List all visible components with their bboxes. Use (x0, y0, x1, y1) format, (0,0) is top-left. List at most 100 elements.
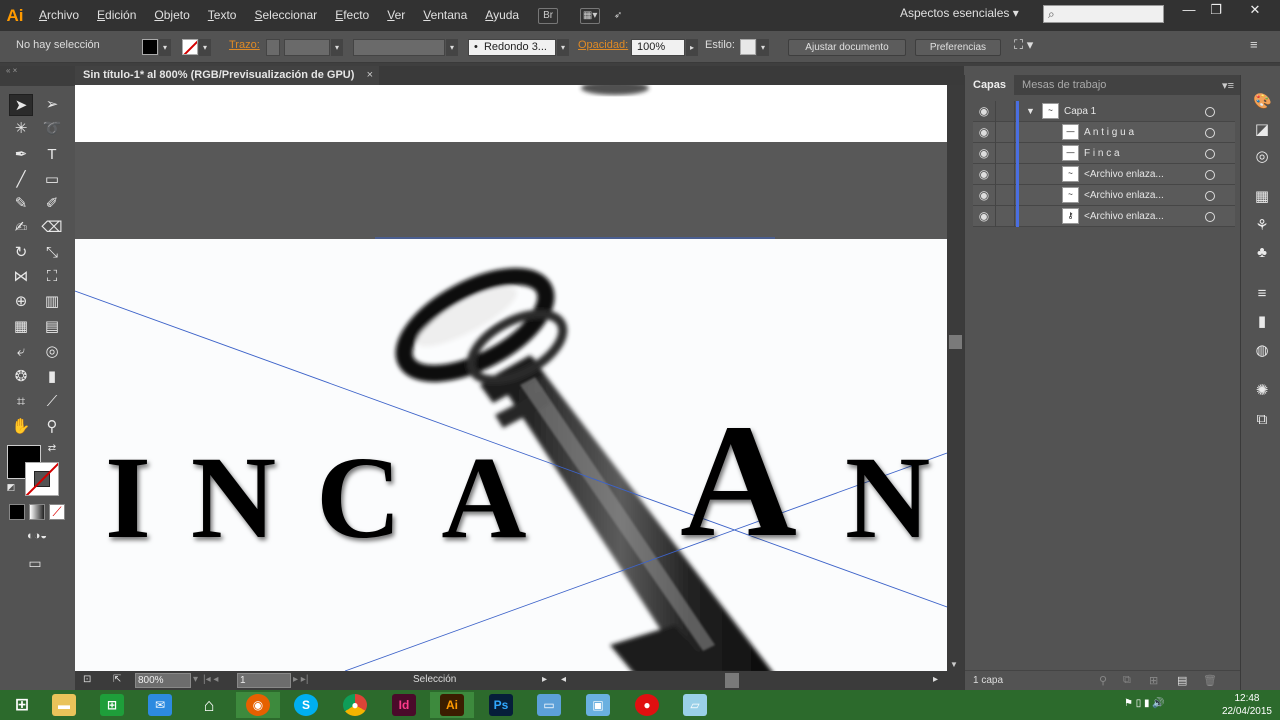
color-mode-icon[interactable] (9, 504, 25, 520)
target-circle-icon[interactable] (1205, 191, 1215, 201)
tab-mesas-de-trabajo[interactable]: Mesas de trabajo (1014, 75, 1114, 95)
stroke-dropdown-icon[interactable]: ▾ (199, 39, 211, 56)
line-tool-icon[interactable]: ╱ (9, 169, 33, 191)
pen-tool-icon[interactable]: ✒ (9, 144, 33, 166)
lock-toggle[interactable] (995, 164, 1015, 185)
windows-start-icon[interactable]: ⊞ (0, 692, 44, 718)
zoom-dropdown-icon[interactable]: ▾ (193, 674, 198, 685)
layers-menu-icon[interactable]: ▾≡ (1222, 79, 1234, 92)
perspective-grid-tool-icon[interactable]: ▥ (40, 291, 64, 313)
workspace-switcher[interactable]: Aspectos esenciales ▾ (900, 6, 1019, 20)
layer-row-antigua[interactable]: ◉ — A n t i g u a (973, 122, 1235, 143)
none-mode-icon[interactable]: ⟋ (49, 504, 65, 520)
color-guide-icon[interactable]: ◪ (1253, 121, 1271, 139)
stroke-weight-dropdown-icon[interactable]: ▾ (331, 39, 343, 56)
document-tab[interactable]: Sin título-1* al 800% (RGB/Previsualizac… (75, 66, 379, 85)
transform-icon[interactable]: ⛶ ▾ (1014, 37, 1033, 53)
visibility-eye-icon[interactable]: ◉ (975, 164, 993, 185)
eraser-tool-icon[interactable]: ⌫ (40, 217, 64, 239)
stroke-color-box[interactable] (25, 462, 59, 496)
gradient-tool-icon[interactable]: ▤ (40, 316, 64, 338)
default-colors-icon[interactable]: ◩ (4, 480, 18, 494)
blob-brush-tool-icon[interactable]: ✍ (9, 217, 33, 239)
scroll-down-icon[interactable]: ▼ (950, 660, 958, 669)
eyedropper-tool-icon[interactable]: ⤶ (9, 341, 33, 363)
fill-dropdown-icon[interactable]: ▾ (159, 39, 171, 56)
lasso-tool-icon[interactable]: ➰ (40, 118, 64, 140)
selection-tool-icon[interactable]: ➤ (9, 94, 33, 116)
appearance-icon[interactable]: ◎ (1253, 148, 1271, 166)
layer-name[interactable]: F i n c a (1084, 143, 1120, 164)
scroll-right-icon[interactable]: ▸ (933, 674, 938, 685)
mesh-tool-icon[interactable]: ▦ (9, 316, 33, 338)
visibility-eye-icon[interactable]: ◉ (975, 122, 993, 143)
menu-texto[interactable]: Texto (199, 0, 246, 31)
scale-tool-icon[interactable]: ⤡ (40, 242, 64, 264)
layer-name[interactable]: <Archivo enlaza... (1084, 185, 1164, 206)
store-icon[interactable]: ⊞ (90, 692, 134, 718)
lock-toggle[interactable] (995, 143, 1015, 164)
export-icon[interactable]: ⇱ (113, 674, 121, 685)
clock[interactable]: 12:48 22/04/2015 (1222, 692, 1272, 718)
shape-builder-tool-icon[interactable]: ⊕ (9, 291, 33, 313)
new-sublayer-icon[interactable]: ⊞ (1149, 674, 1158, 687)
stroke-stepper[interactable] (266, 39, 280, 56)
color-palette-icon[interactable]: 🎨 (1253, 93, 1272, 111)
indesign-icon[interactable]: Id (382, 692, 426, 718)
lock-toggle[interactable] (995, 101, 1015, 122)
panel-menu-icon[interactable]: ≡ (1250, 37, 1258, 52)
paintbrush-tool-icon[interactable]: ✎ (9, 193, 33, 215)
rectangle-tool-icon[interactable]: ▭ (40, 169, 64, 191)
visibility-eye-icon[interactable]: ◉ (975, 206, 993, 227)
free-transform-tool-icon[interactable]: ⛶ (40, 266, 64, 288)
swatches-icon[interactable]: ▦ (1253, 188, 1271, 206)
layer-row-finca[interactable]: ◉ — F i n c a (973, 143, 1235, 164)
lock-toggle[interactable] (995, 122, 1015, 143)
vertical-scroll-thumb[interactable] (949, 335, 962, 349)
menu-archivo[interactable]: Archivo (30, 0, 88, 31)
asset-export-icon[interactable]: ⧉ (1253, 411, 1271, 429)
menu-objeto[interactable]: Objeto (145, 0, 198, 31)
stroke-panel-icon[interactable]: ≡ (1253, 285, 1271, 303)
target-circle-icon[interactable] (1205, 170, 1215, 180)
photos-icon[interactable]: ▭ (527, 692, 571, 718)
column-graph-tool-icon[interactable]: ▮ (40, 366, 64, 388)
rotate-tool-icon[interactable]: ↻ (9, 242, 33, 264)
trash-icon[interactable]: 🗑 (1203, 674, 1217, 687)
target-circle-icon[interactable] (1205, 107, 1215, 117)
bridge-icon[interactable]: Br (538, 7, 559, 24)
home-icon[interactable]: ⌂ (187, 692, 231, 718)
notes-icon[interactable]: ▱ (673, 692, 717, 718)
chrome-icon[interactable]: ● (333, 692, 377, 718)
blend-tool-icon[interactable]: ◎ (40, 341, 64, 363)
draw-modes-icon[interactable]: ◐◑◒ (9, 528, 65, 544)
menu-edicion[interactable]: Edición (88, 0, 145, 31)
close-window-button[interactable]: ✕ (1242, 2, 1268, 18)
gpu-icon[interactable]: ⊡ (83, 674, 91, 685)
horizontal-scroll-thumb[interactable] (725, 673, 739, 688)
layer-row-linked-file-3[interactable]: ◉ ⚷ <Archivo enlaza... (973, 206, 1235, 227)
layer-name[interactable]: <Archivo enlaza... (1084, 206, 1164, 227)
stroke-label[interactable]: Trazo: (229, 39, 260, 51)
lock-toggle[interactable] (995, 206, 1015, 227)
file-explorer-icon[interactable]: ▬ (42, 692, 86, 718)
menu-efecto[interactable]: Efecto (326, 0, 378, 31)
layer-name[interactable]: <Archivo enlaza... (1084, 164, 1164, 185)
opacity-field[interactable]: 100% (631, 39, 685, 56)
menu-ayuda[interactable]: Ayuda (476, 0, 528, 31)
menu-ventana[interactable]: Ventana (414, 0, 476, 31)
outlook-icon[interactable]: ✉ (138, 692, 182, 718)
opacity-arrow-icon[interactable]: ▸ (686, 39, 698, 56)
magic-wand-tool-icon[interactable]: ✳ (9, 118, 33, 140)
graphic-styles-icon[interactable]: ✺ (1253, 382, 1271, 400)
transparency-icon[interactable]: ◍ (1253, 342, 1271, 360)
fit-document-button[interactable]: Ajustar documento (788, 39, 906, 56)
stroke-weight-field[interactable] (284, 39, 330, 56)
pencil-tool-icon[interactable]: ✐ (40, 193, 64, 215)
swap-colors-icon[interactable]: ⇄ (44, 442, 60, 456)
menu-ver[interactable]: Ver (378, 0, 414, 31)
zoom-field[interactable]: 800% (135, 673, 191, 688)
vertical-scrollbar[interactable]: ▼ (947, 85, 964, 671)
type-tool-icon[interactable]: T (40, 144, 64, 166)
hand-tool-icon[interactable]: ✋ (9, 416, 33, 438)
